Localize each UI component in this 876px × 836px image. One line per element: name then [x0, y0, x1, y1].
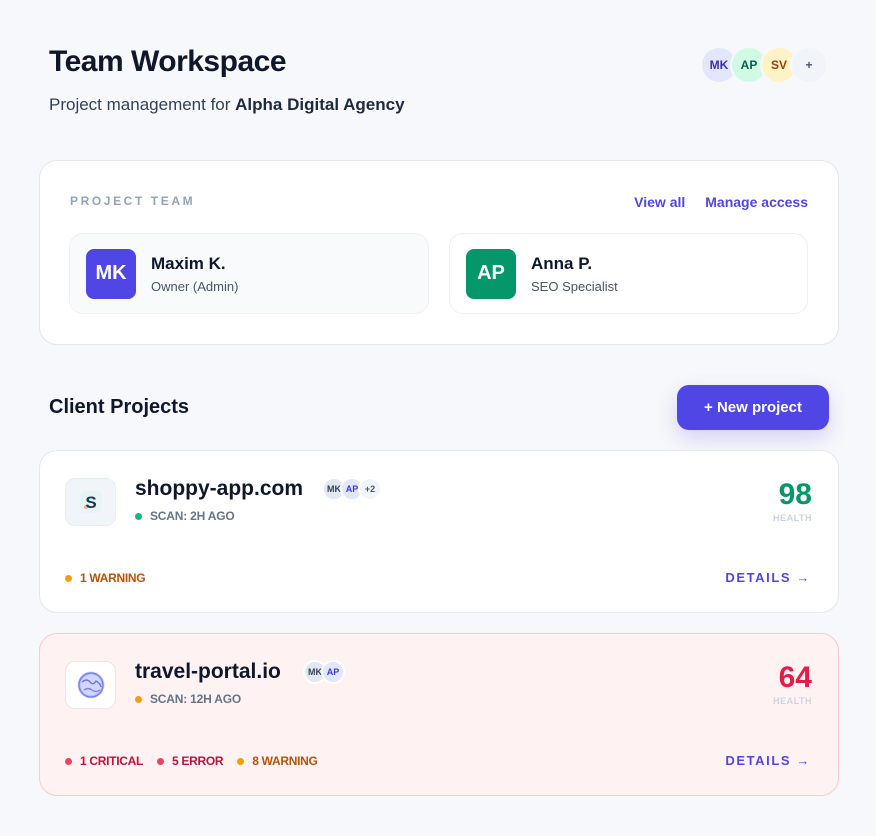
team-member-card[interactable]: AP Anna P. SEO Specialist [449, 233, 808, 314]
health-value: 64 [778, 661, 812, 694]
issue-summary: 1 CRITICAL 5 ERROR 8 WARNING [65, 754, 318, 768]
project-card[interactable]: S shoppy-app.com MK AP +2 SCAN: 2H AGO 9… [39, 450, 839, 613]
project-team-label: PROJECT TEAM [70, 194, 196, 208]
issue-summary: 1 WARNING [65, 571, 146, 585]
details-link[interactable]: DETAILS → [725, 570, 811, 585]
health-value: 98 [778, 478, 812, 511]
issue-badge: 5 ERROR [157, 754, 224, 768]
status-dot [65, 757, 72, 765]
scan-status: SCAN: 2H AGO [135, 509, 235, 523]
health-label: HEALTH [773, 513, 812, 523]
scan-status: SCAN: 12H AGO [135, 692, 241, 706]
project-members-stack[interactable]: MK AP +2 [322, 477, 382, 501]
add-member-button[interactable]: + [790, 46, 828, 84]
member-name: Maxim K. [151, 253, 226, 273]
issue-badge: 1 WARNING [65, 571, 146, 585]
shoppy-logo-icon: S [79, 491, 102, 513]
page-title: Team Workspace [49, 45, 286, 78]
health-score: 98 HEALTH [773, 478, 812, 524]
agency-name: Alpha Digital Agency [235, 95, 405, 114]
project-logo: S [65, 478, 116, 526]
member-name: Anna P. [531, 253, 593, 273]
manage-access-link[interactable]: Manage access [705, 194, 808, 210]
scan-time: SCAN: 12H AGO [150, 692, 241, 706]
project-name[interactable]: travel-portal.io [135, 660, 281, 684]
project-logo [65, 661, 116, 709]
workspace-members-stack[interactable]: MK AP SV + [700, 46, 828, 84]
issue-badge: 8 WARNING [237, 754, 318, 768]
avatar-overflow-count: +2 [358, 477, 382, 501]
subtitle-prefix: Project management for [49, 95, 236, 114]
svg-text:S: S [85, 493, 96, 512]
member-info: Anna P. SEO Specialist [531, 254, 618, 294]
issue-text: 1 WARNING [80, 571, 146, 585]
issue-badge: 1 CRITICAL [65, 754, 143, 768]
health-label: HEALTH [773, 696, 812, 706]
avatar: MK [86, 248, 136, 299]
avatar: AP [321, 660, 345, 684]
page-header: Team Workspace Project management for Al… [49, 45, 405, 115]
status-dot [237, 757, 245, 765]
issue-text: 1 CRITICAL [80, 754, 144, 768]
client-projects-title: Client Projects [49, 396, 190, 418]
status-dot [135, 512, 142, 520]
status-dot [135, 695, 142, 703]
team-links: View all Manage access [634, 194, 808, 210]
project-members-stack[interactable]: MK AP [303, 660, 345, 684]
view-all-link[interactable]: View all [634, 194, 685, 210]
project-team-card: PROJECT TEAM View all Manage access MK M… [39, 160, 839, 345]
member-info: Maxim K. Owner (Admin) [151, 254, 238, 294]
new-project-button[interactable]: + New project [677, 385, 829, 430]
status-dot [157, 757, 165, 765]
team-member-card[interactable]: MK Maxim K. Owner (Admin) [69, 233, 429, 314]
project-card[interactable]: travel-portal.io MK AP SCAN: 12H AGO 64 … [39, 633, 839, 796]
member-role: SEO Specialist [531, 278, 618, 294]
details-link[interactable]: DETAILS → [725, 753, 811, 768]
health-score: 64 HEALTH [773, 661, 812, 707]
issue-text: 5 ERROR [172, 754, 224, 768]
scan-time: SCAN: 2H AGO [150, 509, 235, 523]
avatar: AP [466, 248, 516, 299]
project-name[interactable]: shoppy-app.com [135, 477, 303, 501]
status-dot [65, 574, 72, 582]
globe-icon [77, 671, 104, 699]
page-subtitle: Project management for Alpha Digital Age… [49, 95, 405, 115]
issue-text: 8 WARNING [252, 754, 318, 768]
member-role: Owner (Admin) [151, 278, 239, 294]
